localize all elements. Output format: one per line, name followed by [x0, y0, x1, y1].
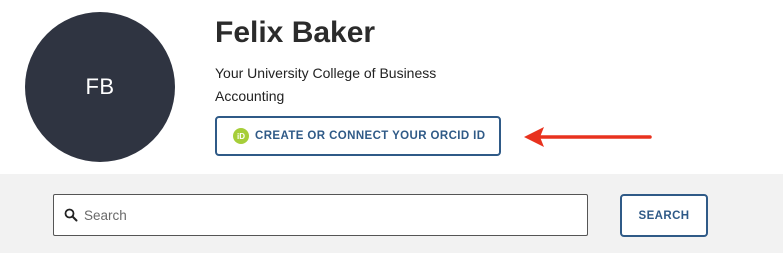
orcid-id-icon: iD [233, 128, 249, 144]
search-input[interactable] [84, 207, 564, 223]
profile-header: FB Felix Baker Your University College o… [0, 0, 783, 174]
search-band: SEARCH [0, 174, 783, 253]
orcid-connect-label: CREATE OR CONNECT YOUR ORCID ID [255, 130, 486, 142]
affiliation-college: Your University College of Business [215, 65, 437, 81]
avatar: FB [25, 12, 175, 162]
avatar-initials: FB [85, 74, 115, 99]
profile-page: FB Felix Baker Your University College o… [0, 0, 783, 253]
search-icon [64, 208, 78, 222]
orcid-connect-button[interactable]: iD CREATE OR CONNECT YOUR ORCID ID [215, 116, 501, 156]
red-arrow-icon [524, 127, 652, 147]
affiliation-department: Accounting [215, 88, 285, 104]
profile-name: Felix Baker [215, 16, 376, 49]
search-button[interactable]: SEARCH [620, 194, 708, 237]
search-field[interactable] [53, 194, 588, 236]
